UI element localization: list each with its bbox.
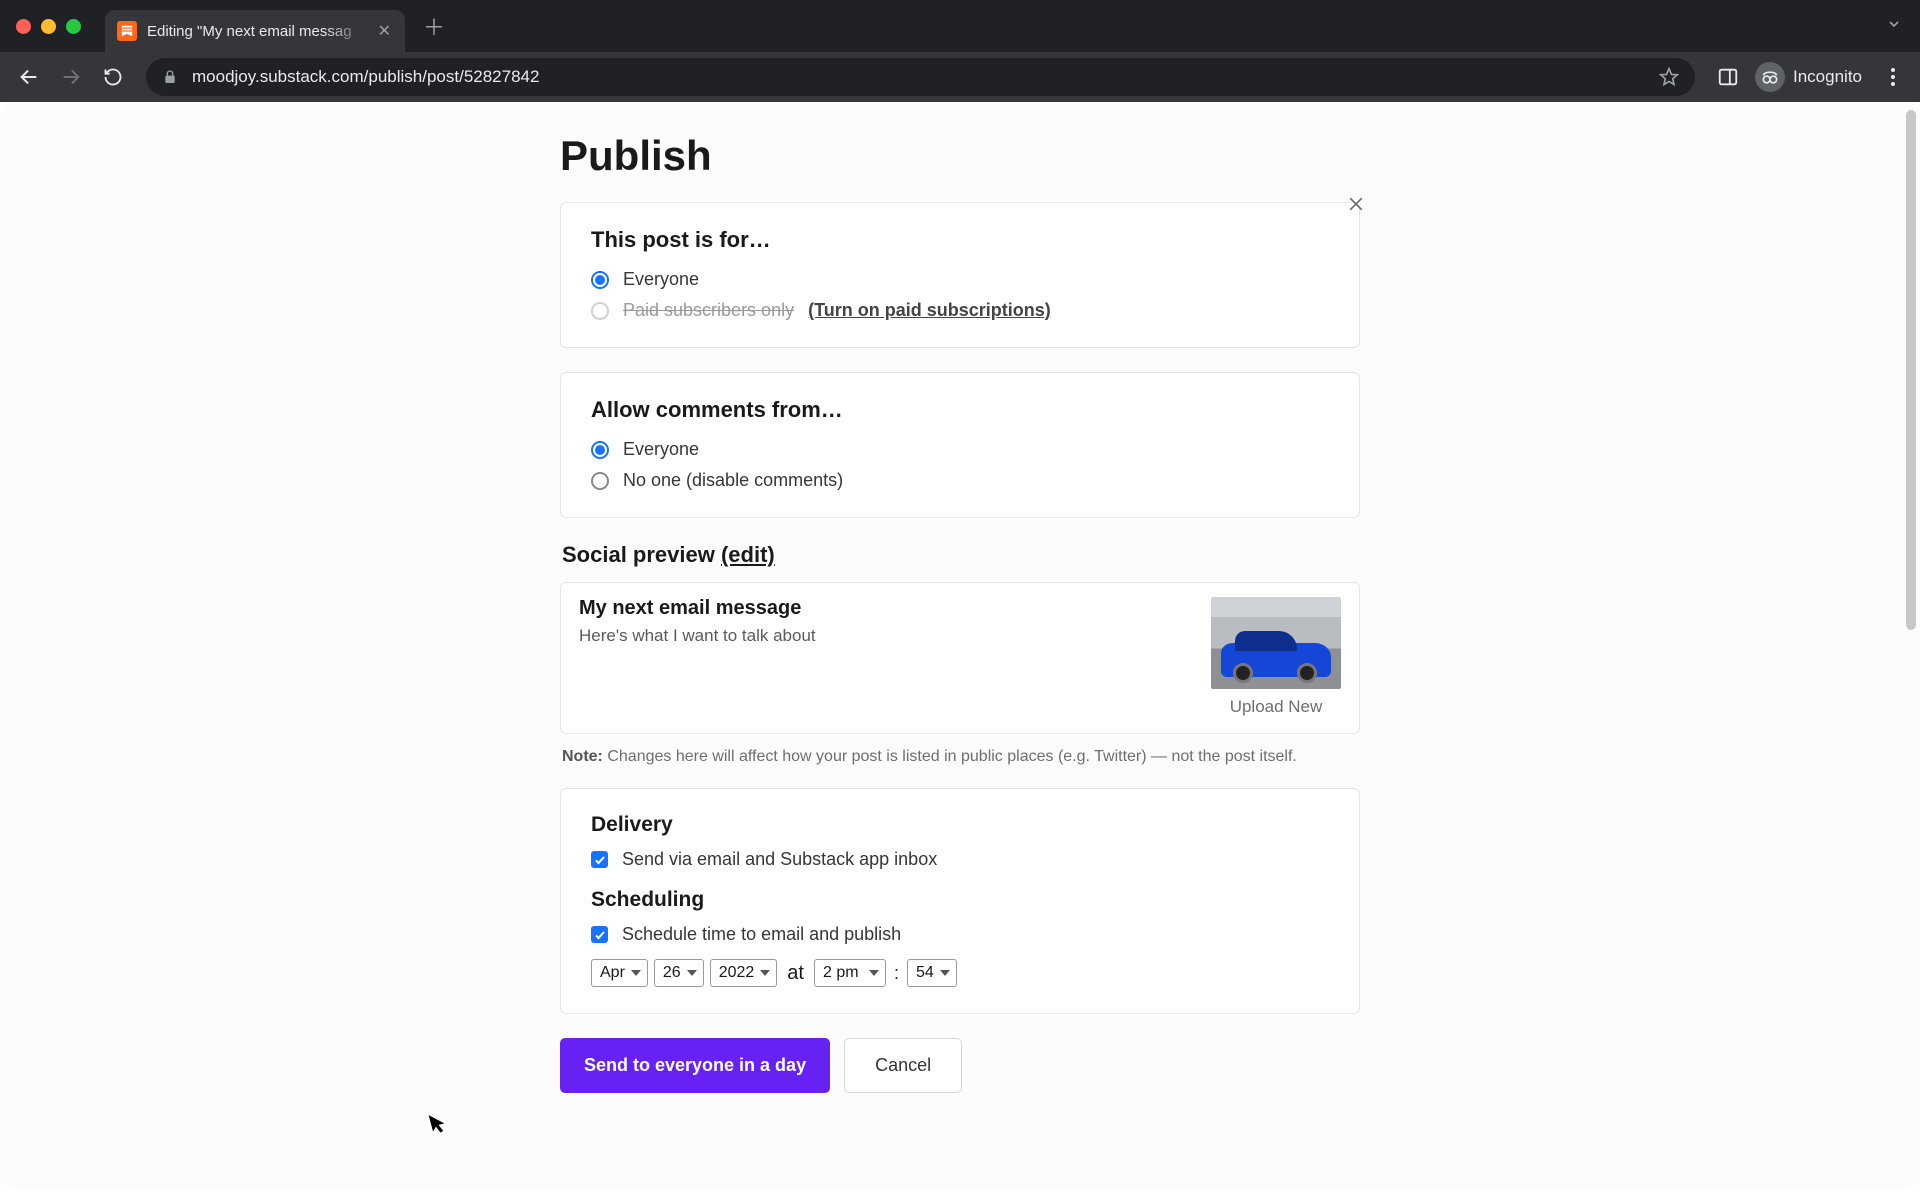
radio-disabled-icon bbox=[591, 302, 609, 320]
audience-option-everyone[interactable]: Everyone bbox=[591, 269, 1329, 290]
incognito-label: Incognito bbox=[1793, 67, 1862, 87]
minute-select[interactable]: 54 bbox=[907, 959, 957, 987]
page-title: Publish bbox=[560, 132, 1360, 180]
social-heading-text: Social preview bbox=[562, 542, 721, 567]
reload-button[interactable] bbox=[96, 60, 130, 94]
browser-tab-strip: Editing "My next email messag ✕ ＋ bbox=[0, 0, 1920, 52]
bookmark-star-icon[interactable] bbox=[1659, 67, 1679, 87]
radio-unselected-icon bbox=[591, 472, 609, 490]
comments-option-everyone[interactable]: Everyone bbox=[591, 439, 1329, 460]
close-dialog-button[interactable] bbox=[1342, 190, 1370, 218]
audience-option-paid: Paid subscribers only (Turn on paid subsc… bbox=[591, 300, 1329, 321]
send-button[interactable]: Send to everyone in a day bbox=[560, 1038, 830, 1093]
audience-card: This post is for… Everyone Paid subscrib… bbox=[560, 202, 1360, 348]
url-text: moodjoy.substack.com/publish/post/528278… bbox=[192, 67, 1645, 87]
month-select[interactable]: Apr bbox=[591, 959, 648, 987]
day-select[interactable]: 26 bbox=[654, 959, 704, 987]
preview-title: My next email message bbox=[579, 597, 1191, 620]
comments-none-label: No one (disable comments) bbox=[623, 470, 843, 491]
incognito-indicator[interactable]: Incognito bbox=[1749, 58, 1868, 96]
back-button[interactable] bbox=[12, 60, 46, 94]
side-panel-icon[interactable] bbox=[1717, 66, 1739, 88]
social-edit-link[interactable]: (edit) bbox=[721, 542, 775, 567]
tab-close-icon[interactable]: ✕ bbox=[378, 21, 391, 41]
social-note: Note: Changes here will affect how your … bbox=[562, 748, 1358, 766]
social-preview-heading: Social preview (edit) bbox=[562, 542, 1360, 568]
upload-new-link[interactable]: Upload New bbox=[1230, 697, 1323, 717]
send-email-checkbox-row[interactable]: Send via email and Substack app inbox bbox=[591, 849, 1329, 870]
forward-button[interactable] bbox=[54, 60, 88, 94]
comments-card: Allow comments from… Everyone No one (di… bbox=[560, 372, 1360, 518]
checkbox-checked-icon bbox=[591, 926, 608, 943]
preview-thumbnail bbox=[1211, 597, 1341, 689]
browser-menu-icon[interactable] bbox=[1878, 68, 1908, 86]
audience-everyone-label: Everyone bbox=[623, 269, 699, 290]
schedule-datetime-row: Apr 26 2022 at 2 pm : 54 bbox=[591, 959, 1329, 987]
substack-favicon-icon bbox=[117, 21, 137, 41]
comments-everyone-label: Everyone bbox=[623, 439, 699, 460]
lock-icon bbox=[162, 69, 178, 85]
action-buttons: Send to everyone in a day Cancel bbox=[560, 1038, 1360, 1093]
scheduling-heading: Scheduling bbox=[591, 888, 1329, 912]
delivery-card: Delivery Send via email and Substack app… bbox=[560, 788, 1360, 1014]
comments-heading: Allow comments from… bbox=[591, 397, 1329, 423]
hour-select[interactable]: 2 pm bbox=[814, 959, 886, 987]
send-email-label: Send via email and Substack app inbox bbox=[622, 849, 937, 870]
delivery-heading: Delivery bbox=[591, 813, 1329, 837]
note-label: Note: bbox=[562, 748, 603, 765]
window-controls bbox=[16, 19, 81, 34]
browser-toolbar: moodjoy.substack.com/publish/post/528278… bbox=[0, 52, 1920, 102]
schedule-label: Schedule time to email and publish bbox=[622, 924, 901, 945]
social-preview-card: My next email message Here's what I want… bbox=[560, 582, 1360, 734]
window-close-button[interactable] bbox=[16, 19, 31, 34]
time-colon: : bbox=[894, 963, 899, 984]
incognito-icon bbox=[1755, 62, 1785, 92]
window-maximize-button[interactable] bbox=[66, 19, 81, 34]
turn-on-paid-link[interactable]: (Turn on paid subscriptions) bbox=[808, 300, 1051, 321]
at-label: at bbox=[787, 962, 804, 985]
preview-description: Here's what I want to talk about bbox=[579, 626, 1191, 646]
tab-title: Editing "My next email messag bbox=[147, 23, 368, 40]
schedule-checkbox-row[interactable]: Schedule time to email and publish bbox=[591, 924, 1329, 945]
address-bar[interactable]: moodjoy.substack.com/publish/post/528278… bbox=[146, 58, 1695, 96]
audience-paid-label: Paid subscribers only bbox=[623, 300, 794, 321]
tab-overflow-icon[interactable] bbox=[1886, 16, 1902, 32]
comments-option-none[interactable]: No one (disable comments) bbox=[591, 470, 1329, 491]
radio-selected-icon bbox=[591, 441, 609, 459]
browser-tab[interactable]: Editing "My next email messag ✕ bbox=[105, 10, 405, 52]
audience-heading: This post is for… bbox=[591, 227, 1329, 253]
new-tab-button[interactable]: ＋ bbox=[423, 10, 445, 42]
radio-selected-icon bbox=[591, 271, 609, 289]
cancel-button[interactable]: Cancel bbox=[844, 1038, 962, 1093]
year-select[interactable]: 2022 bbox=[710, 959, 778, 987]
note-text: Changes here will affect how your post i… bbox=[603, 748, 1297, 765]
window-minimize-button[interactable] bbox=[41, 19, 56, 34]
checkbox-checked-icon bbox=[591, 851, 608, 868]
